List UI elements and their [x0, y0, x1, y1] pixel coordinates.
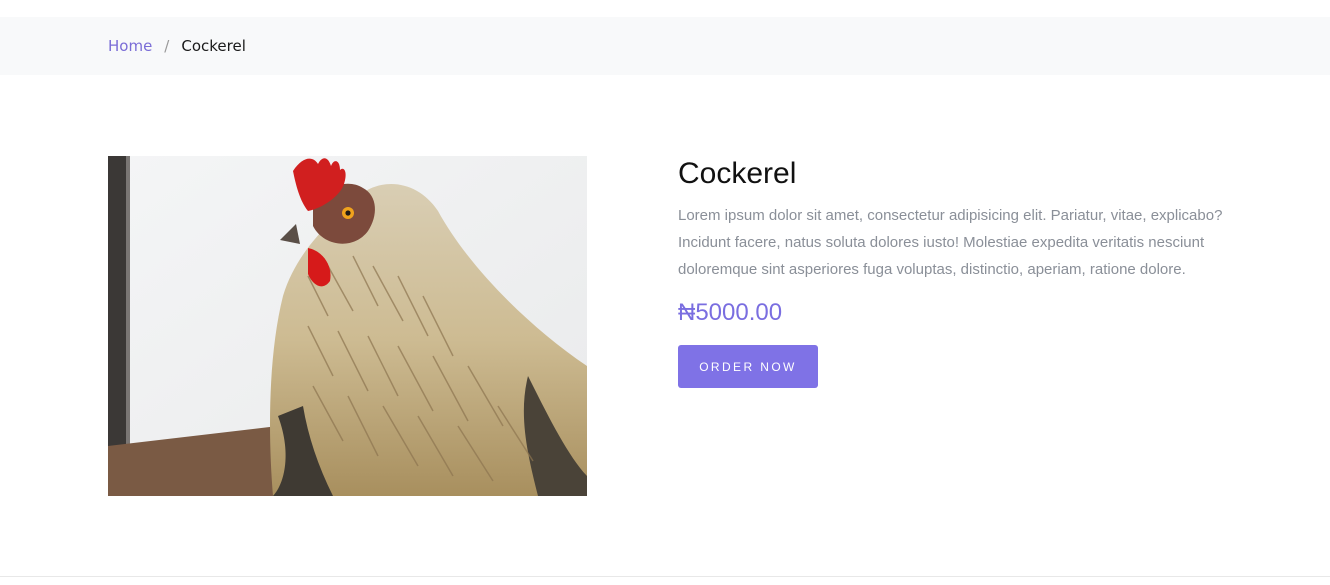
product-info: Cockerel Lorem ipsum dolor sit amet, con… — [678, 156, 1238, 388]
product-price: ₦5000.00 — [678, 299, 783, 326]
breadcrumb-home-link[interactable]: Home — [108, 37, 152, 55]
rooster-image — [108, 156, 587, 496]
product-image — [108, 156, 587, 496]
product-description: Lorem ipsum dolor sit amet, consectetur … — [678, 207, 1223, 278]
breadcrumb: Home / Cockerel — [108, 17, 246, 75]
breadcrumb-bar: Home / Cockerel — [0, 17, 1330, 75]
breadcrumb-current: Cockerel — [181, 37, 246, 55]
breadcrumb-separator: / — [164, 37, 170, 55]
order-now-button[interactable]: ORDER NOW — [678, 345, 818, 388]
bottom-divider — [0, 576, 1330, 577]
product-title: Cockerel — [678, 157, 797, 190]
